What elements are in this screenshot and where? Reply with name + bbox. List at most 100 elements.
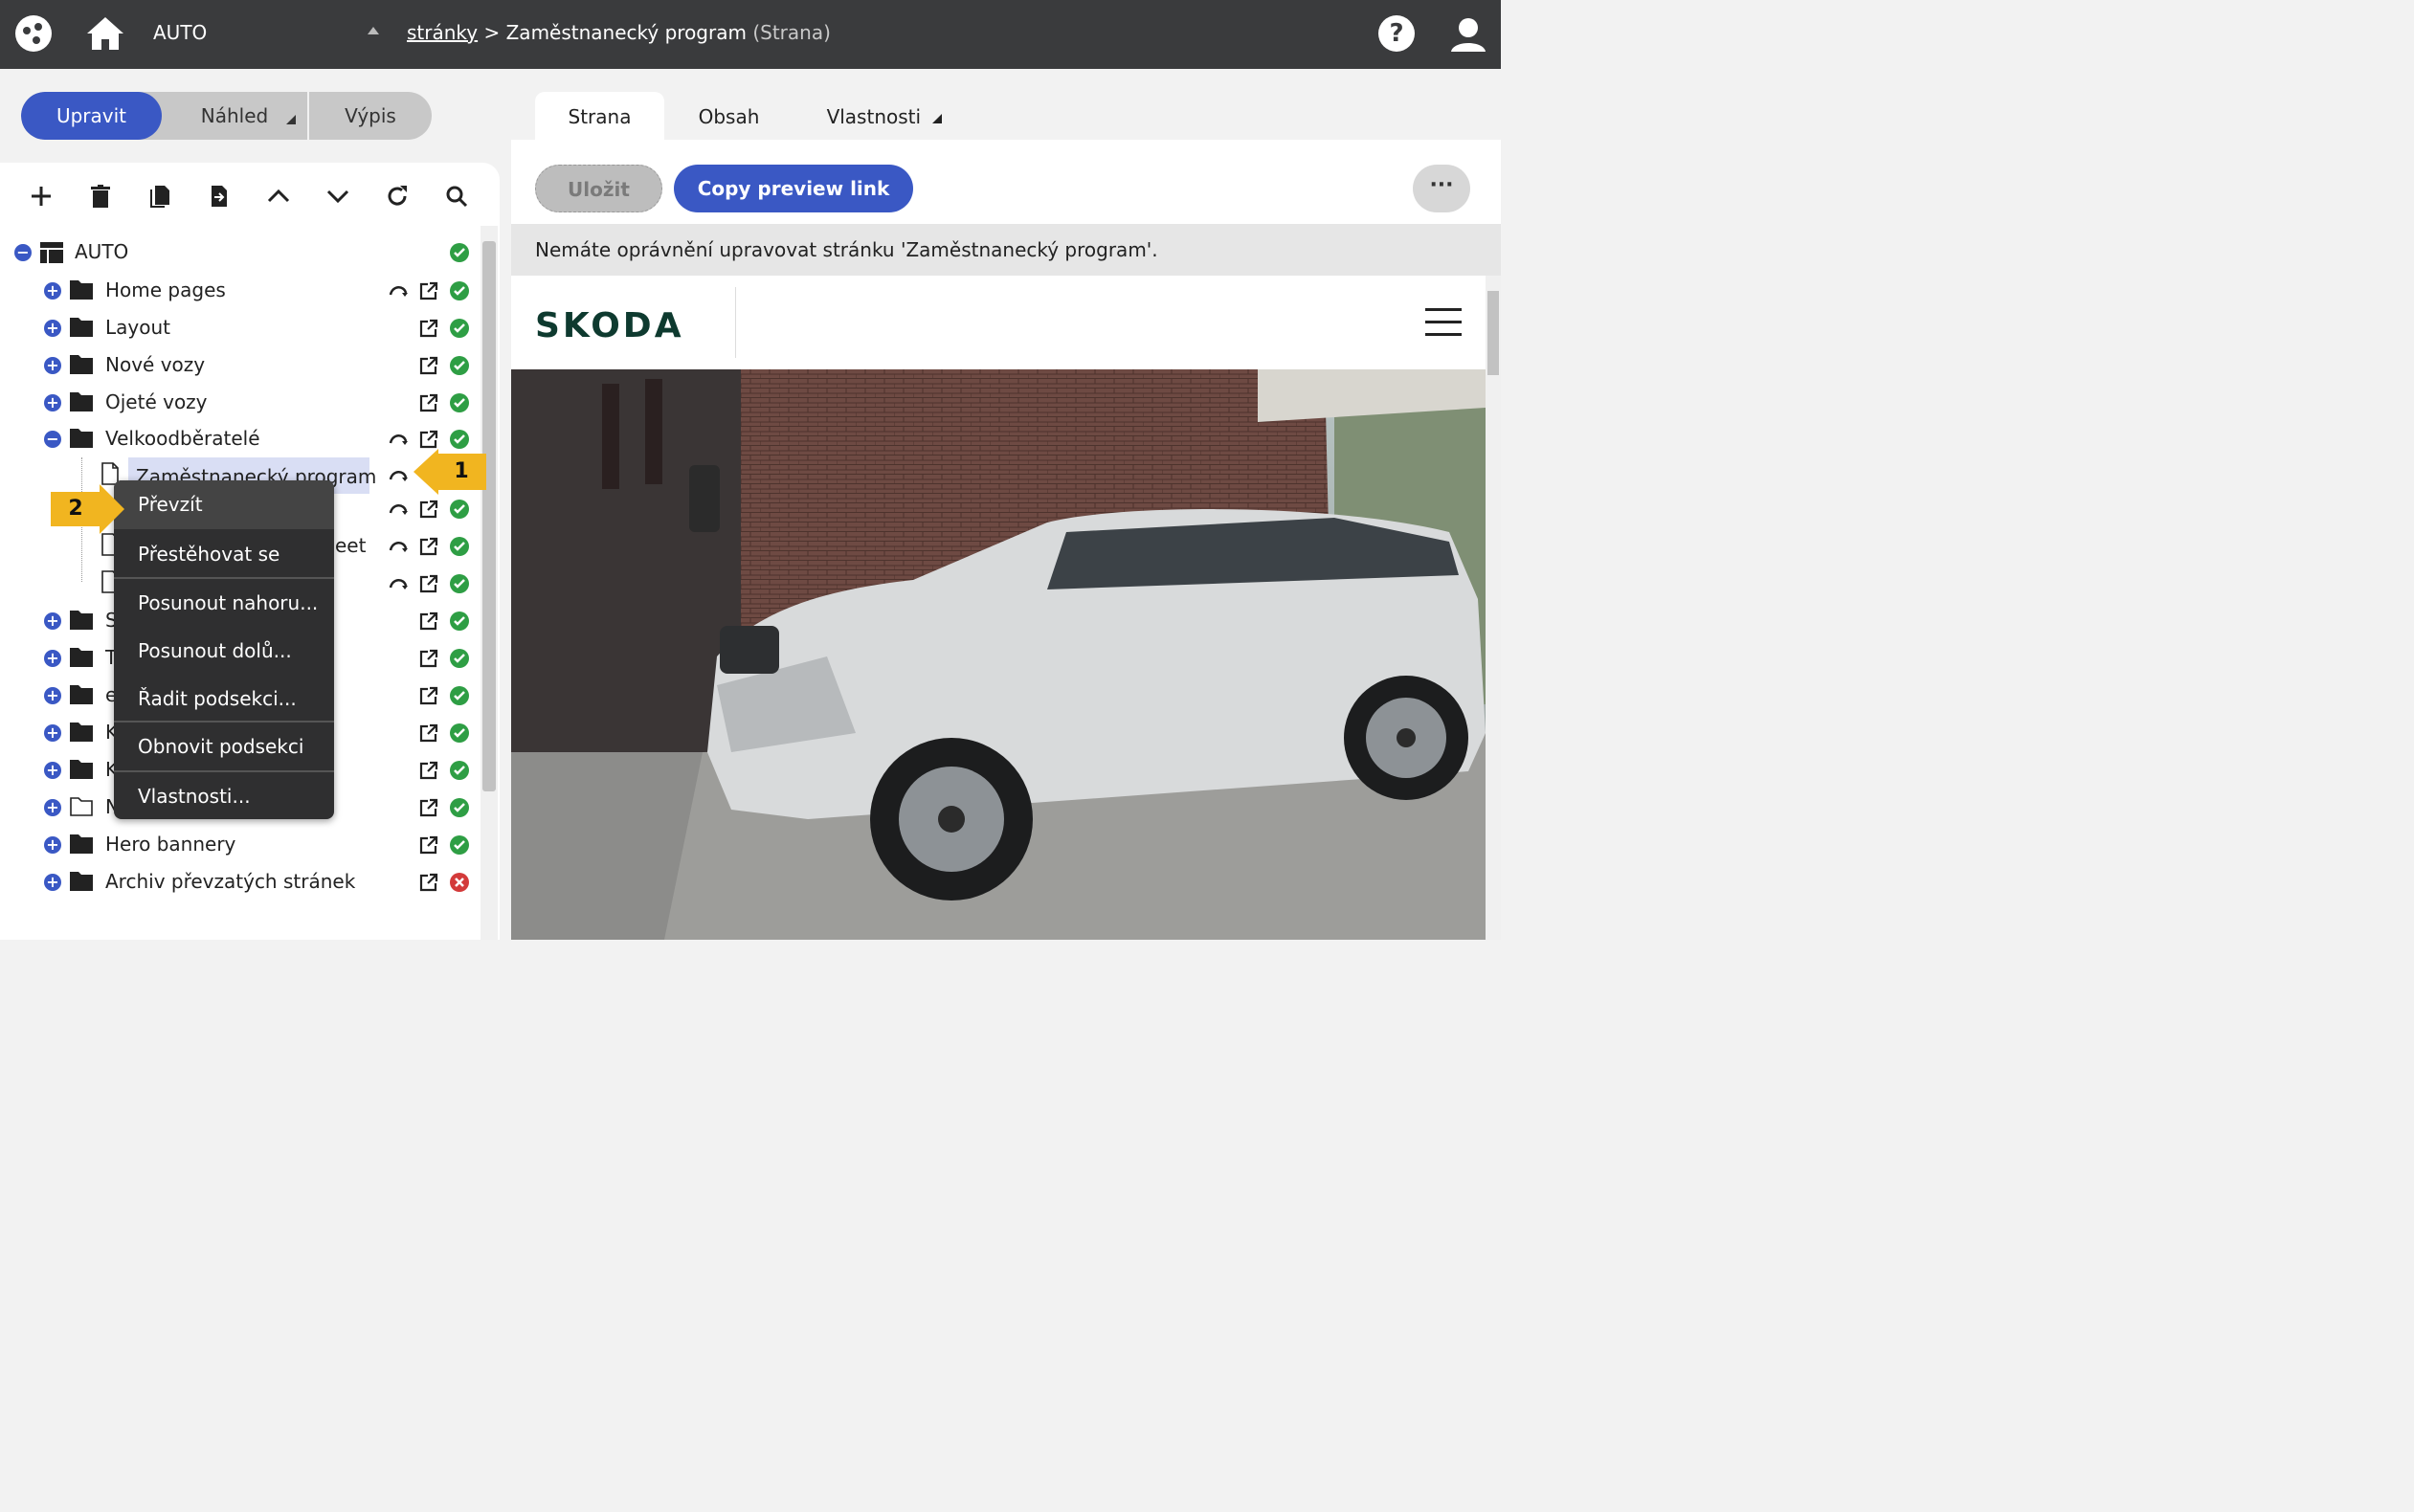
external-link-icon[interactable] [419,574,438,593]
expand-icon[interactable]: + [44,799,61,816]
expand-icon[interactable]: + [44,836,61,854]
site-icon [40,242,63,263]
external-link-icon[interactable] [419,761,438,780]
chevron-down-icon [932,114,943,123]
copy-icon[interactable] [147,184,172,209]
refresh-icon[interactable] [385,184,410,209]
tab-page[interactable]: Strana [535,92,664,140]
external-link-icon[interactable] [419,356,438,375]
site-dropdown-caret-icon[interactable] [368,27,379,34]
external-link-icon[interactable] [419,537,438,556]
expand-icon[interactable]: + [44,687,61,704]
external-link-icon[interactable] [419,319,438,338]
copy-preview-link-button[interactable]: Copy preview link [674,165,913,212]
status-ok-icon [450,537,469,556]
expand-icon[interactable]: + [44,357,61,374]
tree-row-root[interactable]: − AUTO [0,234,479,271]
preview-scrollbar[interactable] [1486,276,1501,940]
chevron-up-icon[interactable] [266,184,291,209]
external-link-icon[interactable] [419,835,438,855]
tree-label: Archiv převzatých stránek [105,870,356,893]
tree-row[interactable]: + Layout [0,310,479,346]
mode-switcher: Upravit Náhled Výpis [21,92,432,140]
menu-item-properties[interactable]: Vlastnosti... [114,772,334,819]
external-link-icon[interactable] [419,798,438,817]
permission-notice: Nemáte oprávnění upravovat stránku 'Zamě… [511,224,1501,276]
menu-item-sort-subsection[interactable]: Řadit podsekci... [114,675,334,721]
header-divider [735,287,736,358]
status-ok-icon [450,281,469,300]
external-link-icon[interactable] [419,611,438,631]
expand-icon[interactable]: + [44,282,61,300]
home-icon[interactable] [85,15,125,52]
external-link-icon[interactable] [419,686,438,705]
expand-icon[interactable]: + [44,874,61,891]
folder-icon [70,429,93,448]
more-options-button[interactable]: ··· [1413,165,1470,212]
user-avatar-icon[interactable] [1449,15,1487,54]
sync-icon [389,471,408,481]
tree-row[interactable]: + Ojeté vozy [0,385,479,421]
app-logo-icon[interactable] [15,15,52,52]
external-link-icon[interactable] [419,500,438,519]
expand-icon[interactable]: + [44,320,61,337]
tree-row[interactable]: + Hero bannery [0,827,479,863]
external-link-icon[interactable] [419,393,438,412]
expand-icon[interactable]: + [44,612,61,630]
tab-properties[interactable]: Vlastnosti [817,92,951,140]
menu-item-move-down[interactable]: Posunout dolů... [114,627,334,675]
search-icon[interactable] [444,184,469,209]
save-button[interactable]: Uložit [535,165,662,212]
site-name[interactable]: AUTO [153,21,207,44]
expand-icon[interactable]: + [44,394,61,411]
status-ok-icon [450,574,469,593]
preview-scrollbar-thumb[interactable] [1487,291,1499,375]
expand-icon[interactable]: + [44,650,61,667]
collapse-icon[interactable]: − [14,244,32,261]
hamburger-menu-icon[interactable] [1425,308,1462,337]
callout-arrow-1 [414,449,438,495]
menu-item-take-over[interactable]: Převzít [114,480,334,529]
status-ok-icon [450,430,469,449]
chevron-down-icon [286,115,296,124]
top-bar: AUTO stránky > Zaměstnanecký program (St… [0,0,1501,69]
delete-icon[interactable] [88,184,113,209]
menu-item-refresh-subsection[interactable]: Obnovit podsekci [114,723,334,770]
mode-preview-button[interactable]: Náhled [162,92,307,140]
folder-icon [70,392,93,411]
add-icon[interactable] [29,184,54,209]
mode-edit-button[interactable]: Upravit [21,92,162,140]
expand-icon[interactable]: + [44,762,61,779]
mode-preview-label: Náhled [200,104,269,127]
status-ok-icon [450,393,469,412]
external-link-icon[interactable] [419,723,438,743]
tree-row[interactable]: − Velkoodběratelé [0,421,479,457]
menu-item-move[interactable]: Přestěhovat se [114,529,334,577]
menu-item-move-up[interactable]: Posunout nahoru... [114,579,334,627]
tree-scrollbar-thumb[interactable] [482,241,496,791]
mode-list-button[interactable]: Výpis [307,92,432,140]
external-link-icon[interactable] [419,281,438,300]
folder-icon [70,834,93,854]
tab-content[interactable]: Obsah [679,92,779,140]
external-link-icon[interactable] [419,873,438,892]
move-icon[interactable] [207,184,232,209]
brand-logo: SKODA [535,306,684,345]
status-ok-icon [450,798,469,817]
chevron-down-icon[interactable] [325,184,350,209]
collapse-icon[interactable]: − [44,431,61,448]
tree-row[interactable]: + Nové vozy [0,347,479,384]
folder-icon [70,648,93,667]
help-icon[interactable]: ? [1378,15,1415,52]
tree-scrollbar[interactable] [481,226,498,940]
tree-label: Nové vozy [105,353,206,376]
expand-icon[interactable]: + [44,724,61,742]
tree-row[interactable]: + Home pages [0,273,479,309]
sync-icon [389,542,408,552]
tree-label: Velkoodběratelé [105,427,260,450]
breadcrumb-separator: > [483,21,501,44]
external-link-icon[interactable] [419,649,438,668]
breadcrumb-link-pages[interactable]: stránky [407,21,478,44]
external-link-icon[interactable] [419,430,438,449]
tree-row[interactable]: + Archiv převzatých stránek [0,864,479,901]
